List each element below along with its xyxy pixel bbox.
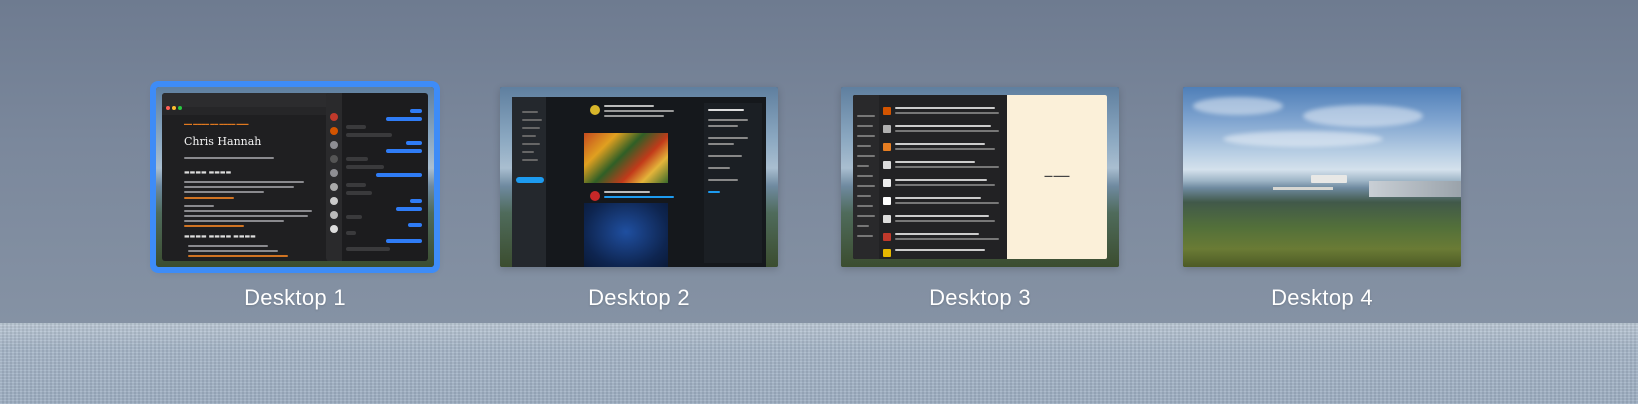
space-desktop-4[interactable]: Desktop 4 <box>1183 87 1461 310</box>
space-desktop-3[interactable]: ▬▬ ▬▬▬▬ Desktop 3 <box>841 87 1119 310</box>
section-heading-recent-posts: ▬▬▬▬ ▬▬▬▬ ▬▬▬▬ <box>184 233 256 240</box>
desktop-3-thumbnail[interactable]: ▬▬ ▬▬▬▬ <box>841 87 1119 267</box>
space-label: Desktop 2 <box>588 285 690 310</box>
space-label: Desktop 1 <box>244 285 346 310</box>
desktop-1-thumbnail[interactable]: ▬▬ ▬▬▬▬ ▬▬ ▬▬▬▬ ▬▬▬ Chris Hannah ▬▬▬▬ ▬▬… <box>156 87 434 267</box>
ship-shape <box>1311 175 1347 183</box>
section-heading-current-projects: ▬▬▬▬ ▬▬▬▬ <box>184 169 232 176</box>
tweet-button-thumbnail <box>516 177 544 183</box>
space-desktop-1[interactable]: ▬▬ ▬▬▬▬ ▬▬ ▬▬▬▬ ▬▬▬ Chris Hannah ▬▬▬▬ ▬▬… <box>156 87 434 310</box>
page-heading: Chris Hannah <box>184 135 262 148</box>
twitter-window-thumbnail <box>512 97 766 267</box>
article-pane-placeholder: ▬▬ ▬▬▬▬ <box>1044 173 1070 178</box>
browser-window-thumbnail: ▬▬ ▬▬▬▬ ▬▬ ▬▬▬▬ ▬▬▬ Chris Hannah ▬▬▬▬ ▬▬… <box>162 93 330 261</box>
site-nav-links: ▬▬ ▬▬▬▬ ▬▬ ▬▬▬▬ ▬▬▬ <box>184 121 249 126</box>
space-desktop-2[interactable]: Desktop 2 <box>500 87 778 310</box>
tweet-image-thumbnail <box>584 203 668 267</box>
desktop-2-thumbnail[interactable] <box>500 87 778 267</box>
space-label: Desktop 3 <box>929 285 1031 310</box>
reader-window-thumbnail: ▬▬ ▬▬▬▬ <box>853 95 1107 259</box>
space-label: Desktop 4 <box>1271 285 1373 310</box>
harbor-shape <box>1369 181 1461 197</box>
tweet-image-thumbnail <box>584 133 668 183</box>
desktop-4-thumbnail[interactable] <box>1183 87 1461 267</box>
article-pane-thumbnail: ▬▬ ▬▬▬▬ <box>1007 95 1107 259</box>
messages-window-thumbnail <box>326 93 428 261</box>
mission-control: ▬▬ ▬▬▬▬ ▬▬ ▬▬▬▬ ▬▬▬ Chris Hannah ▬▬▬▬ ▬▬… <box>0 0 1638 404</box>
pier-shape <box>1273 187 1333 190</box>
wallpaper-strip <box>0 323 1638 404</box>
